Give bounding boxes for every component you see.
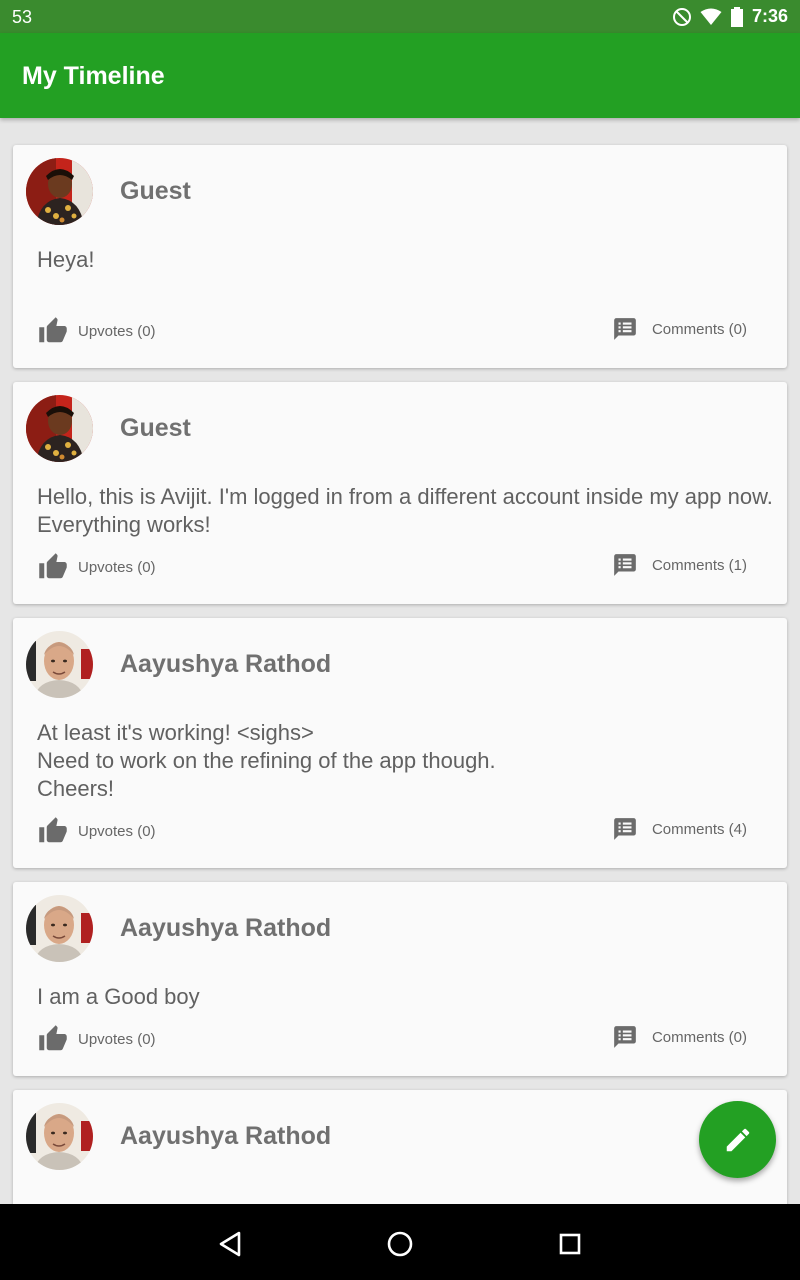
recents-icon [559, 1233, 581, 1255]
thumb-up-icon [38, 316, 68, 346]
upvote-label: Upvotes (0) [78, 558, 156, 576]
comments-label: Comments (1) [651, 556, 747, 574]
comments-label: Comments (4) [651, 820, 747, 838]
nav-back-button[interactable] [212, 1226, 248, 1262]
avatar[interactable] [26, 631, 93, 698]
post-card[interactable]: Aayushya Rathod At least it's working! <… [13, 618, 787, 868]
status-notification-count: 53 [12, 7, 33, 27]
upvote-button[interactable]: Upvotes (0) [38, 552, 156, 582]
app-bar: My Timeline [0, 33, 800, 118]
status-icons: 7:36 [672, 6, 788, 27]
back-icon [219, 1231, 241, 1257]
post-card[interactable]: Guest Heya! Upvotes (0) Comments (0) [13, 145, 787, 368]
post-card[interactable]: Guest Hello, this is Avijit. I'm logged … [13, 382, 787, 604]
upvote-label: Upvotes (0) [78, 822, 156, 840]
upvote-button[interactable]: Upvotes (0) [38, 316, 156, 346]
battery-icon [730, 6, 743, 27]
system-nav-bar [0, 1204, 800, 1280]
avatar[interactable] [26, 158, 93, 225]
thumb-up-icon [38, 552, 68, 582]
avatar[interactable] [26, 395, 93, 462]
comments-button[interactable]: Comments (0) [612, 1024, 747, 1050]
post-text: I am a Good boy [37, 984, 200, 1009]
comments-button[interactable]: Comments (1) [612, 552, 747, 578]
post-text: Hello, this is Avijit. I'm logged in fro… [37, 484, 773, 537]
comment-icon [612, 816, 638, 842]
comments-button[interactable]: Comments (4) [612, 816, 747, 842]
edit-icon [726, 1128, 749, 1151]
status-time: 7:36 [751, 6, 788, 26]
comment-icon [612, 316, 638, 342]
post-author[interactable]: Guest [120, 177, 191, 206]
page-title: My Timeline [22, 62, 165, 90]
compose-post-button[interactable] [699, 1101, 776, 1178]
post-author[interactable]: Aayushya Rathod [120, 1122, 331, 1151]
comment-icon [612, 1024, 638, 1050]
upvote-label: Upvotes (0) [78, 1030, 156, 1048]
nav-recents-button[interactable] [552, 1226, 588, 1262]
nav-home-button[interactable] [382, 1226, 418, 1262]
thumb-up-icon [38, 1024, 68, 1054]
avatar[interactable] [26, 895, 93, 962]
avatar[interactable] [26, 1103, 93, 1170]
upvote-button[interactable]: Upvotes (0) [38, 816, 156, 846]
post-author[interactable]: Guest [120, 414, 191, 443]
post-text: Heya! [37, 247, 95, 272]
upvote-button[interactable]: Upvotes (0) [38, 1024, 156, 1054]
post-text: At least it's working! <sighs> Need to w… [37, 720, 496, 801]
post-card[interactable]: Aayushya Rathod I am a Good boy Upvotes … [13, 882, 787, 1076]
thumb-up-icon [38, 816, 68, 846]
dnd-icon [672, 7, 691, 26]
post-author[interactable]: Aayushya Rathod [120, 914, 331, 943]
post-card[interactable]: Aayushya Rathod [13, 1090, 787, 1204]
comments-label: Comments (0) [651, 1028, 747, 1046]
comments-label: Comments (0) [651, 320, 747, 338]
comments-button[interactable]: Comments (0) [612, 316, 747, 342]
status-bar: 53 7:36 [0, 0, 800, 33]
comment-icon [612, 552, 638, 578]
post-author[interactable]: Aayushya Rathod [120, 650, 331, 679]
home-icon [387, 1231, 413, 1257]
upvote-label: Upvotes (0) [78, 322, 156, 340]
timeline-feed[interactable]: Guest Heya! Upvotes (0) Comments (0) Gue… [0, 118, 800, 1204]
wifi-icon [700, 8, 722, 25]
